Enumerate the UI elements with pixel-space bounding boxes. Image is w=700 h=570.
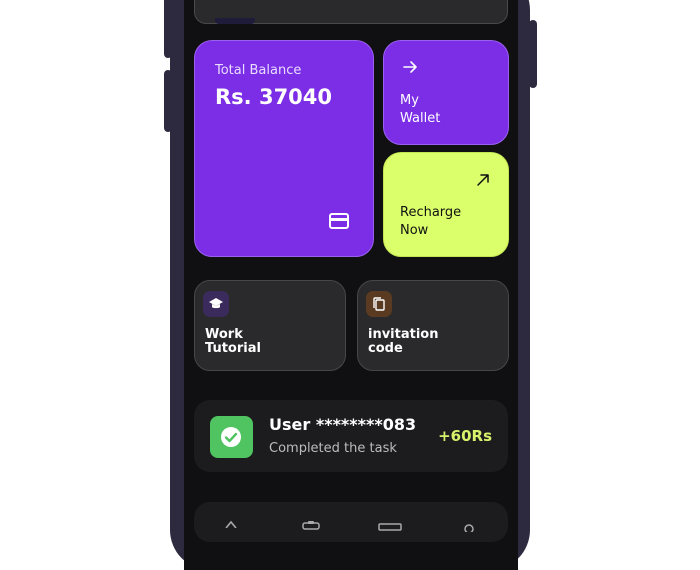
check-circle-icon xyxy=(221,427,241,447)
my-wallet-label-line1: My xyxy=(400,93,419,108)
activity-status: Completed the task xyxy=(269,441,397,456)
phone-side-button-upper xyxy=(164,0,172,58)
work-tutorial-label-line2: Tutorial xyxy=(205,341,261,356)
nav-tasks-icon[interactable] xyxy=(302,520,320,530)
invitation-code-label-line2: code xyxy=(368,341,403,356)
graduation-cap-icon xyxy=(209,298,223,309)
invitation-code-label: invitation code xyxy=(368,328,438,356)
top-card-partial xyxy=(194,0,508,24)
phone-side-button-lower xyxy=(164,70,172,132)
my-wallet-button[interactable]: My Wallet xyxy=(383,40,509,145)
nav-wallet-icon[interactable] xyxy=(378,521,402,531)
arrow-right-icon xyxy=(403,61,417,73)
my-wallet-label-line2: Wallet xyxy=(400,111,441,126)
nav-home-icon[interactable] xyxy=(224,518,238,528)
bottom-navigation xyxy=(194,502,508,542)
activity-reward: +60Rs xyxy=(438,427,492,445)
work-tutorial-button[interactable]: Work Tutorial xyxy=(194,280,346,371)
activity-item: User ********083 Completed the task +60R… xyxy=(194,400,508,472)
phone-side-button-right xyxy=(529,20,537,88)
invitation-code-button[interactable]: invitation code xyxy=(357,280,509,371)
my-wallet-label: My Wallet xyxy=(400,92,440,128)
invitation-code-icon-box xyxy=(366,291,392,317)
total-balance-label: Total Balance xyxy=(215,63,302,78)
total-balance-amount: Rs. 37040 xyxy=(215,85,333,109)
recharge-now-button[interactable]: Recharge Now xyxy=(383,152,509,257)
recharge-now-label: Recharge Now xyxy=(400,204,461,240)
copy-icon xyxy=(373,297,385,311)
arrow-up-right-icon xyxy=(477,174,489,186)
top-card-tag xyxy=(215,18,255,24)
work-tutorial-icon-box xyxy=(203,291,229,317)
work-tutorial-label-line1: Work xyxy=(205,327,243,342)
nav-profile-icon[interactable] xyxy=(464,522,474,532)
credit-card-icon xyxy=(329,213,349,229)
invitation-code-label-line1: invitation xyxy=(368,327,439,342)
activity-user: User ********083 xyxy=(269,415,417,434)
task-completed-badge xyxy=(210,416,253,458)
recharge-now-label-line1: Recharge xyxy=(400,205,462,220)
work-tutorial-label: Work Tutorial xyxy=(205,328,261,356)
recharge-now-label-line2: Now xyxy=(400,223,429,238)
total-balance-card[interactable]: Total Balance Rs. 37040 xyxy=(194,40,374,257)
